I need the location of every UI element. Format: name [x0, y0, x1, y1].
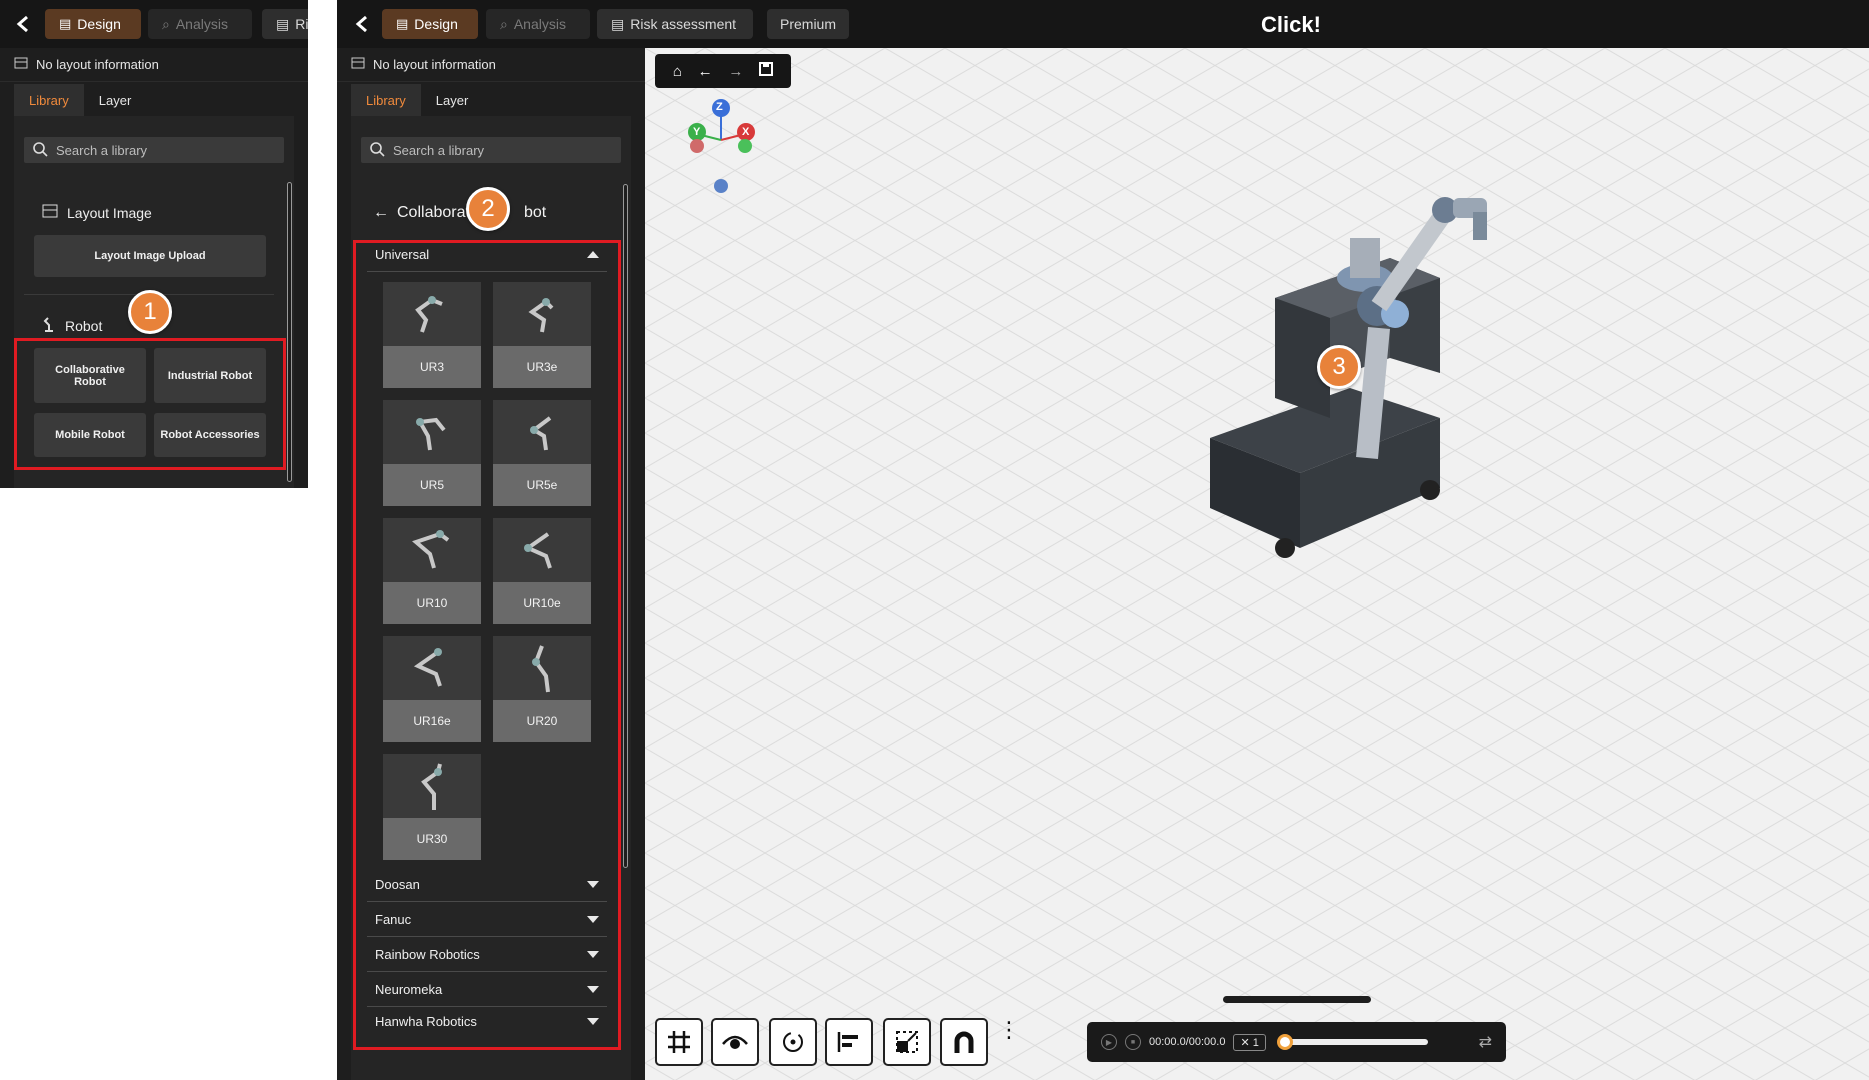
redo-icon[interactable]: → — [728, 63, 743, 80]
scale-tool-button[interactable] — [883, 1018, 931, 1066]
tab-analysis[interactable]: ⌕ Analysis — [148, 9, 252, 39]
view-tool-button[interactable] — [711, 1018, 759, 1066]
subtab-library[interactable]: Library — [14, 84, 84, 116]
category-title-part1: Collaborat — [397, 204, 470, 221]
scale-icon — [896, 1031, 918, 1053]
category-title-part2: bot — [523, 204, 547, 221]
subtab-layer[interactable]: Layer — [84, 84, 147, 116]
layout-image-upload-button[interactable]: Layout Image Upload — [34, 235, 266, 277]
step-badge-2: 2 — [466, 187, 510, 231]
sidebar-scrollbar[interactable] — [623, 184, 628, 868]
highlight-box-1 — [14, 338, 286, 470]
more-vertical-icon[interactable]: ⋮ — [998, 1019, 1020, 1041]
category-back-link[interactable]: ← Collaborat bot — [373, 204, 546, 222]
left-scrollbar[interactable] — [287, 182, 292, 482]
arrow-left-icon: ← — [373, 204, 389, 221]
left-subtabs: Library Layer — [14, 84, 146, 116]
magnet-icon — [954, 1031, 974, 1053]
view-toolbar: ⌂ ← → — [655, 54, 791, 88]
left-search-placeholder: Search a library — [56, 142, 148, 158]
search-input[interactable]: Search a library — [361, 137, 621, 163]
highlight-box-2 — [353, 240, 621, 1050]
align-left-icon — [837, 1032, 858, 1052]
home-icon[interactable]: ⌂ — [673, 63, 682, 80]
document-icon: ▤ — [611, 15, 625, 32]
step-badge-1: 1 — [128, 290, 172, 334]
layout-info-text: No layout information — [36, 57, 159, 72]
tab-risk-label: Risk assessment — [630, 16, 737, 32]
sidebar-subtabs: Library Layer — [351, 84, 483, 116]
eye-icon — [722, 1035, 748, 1049]
speed-selector[interactable]: ✕ 1 — [1233, 1033, 1266, 1051]
tab-design[interactable]: ▤ Design — [45, 9, 141, 39]
analysis-icon: ⌕ — [500, 15, 508, 32]
undo-icon[interactable]: ← — [698, 63, 713, 80]
layout-info-bar: No layout information — [0, 48, 308, 82]
left-search-input[interactable]: Search a library — [24, 137, 284, 163]
layout-image-title: Layout Image — [67, 204, 152, 221]
layout-icon — [14, 57, 28, 72]
design-icon: ▤ — [396, 16, 409, 31]
viewport-3d[interactable]: ⌂ ← → Z Y X 3 — [645, 48, 1869, 1080]
search-icon — [369, 141, 385, 160]
layout-image-heading: Layout Image — [42, 204, 152, 221]
robot-heading: Robot — [42, 316, 102, 335]
axis-gizmo[interactable] — [683, 94, 773, 194]
axis-y-label: Y — [693, 126, 701, 138]
timeline-thumb[interactable] — [1276, 1034, 1293, 1050]
tab-premium[interactable]: Premium — [767, 9, 849, 39]
axis-x-label: X — [742, 126, 750, 138]
left-topbar: ▤ Design ⌕ Analysis ▤ Ri — [0, 0, 308, 48]
tab-analysis-label: Analysis — [175, 16, 228, 32]
layout-icon — [351, 57, 365, 72]
robot-title: Robot — [65, 317, 103, 334]
rotate-icon — [783, 1032, 803, 1052]
tab-analysis[interactable]: ⌕ Analysis — [486, 9, 590, 39]
grid-icon — [668, 1031, 690, 1053]
subtab-layer[interactable]: Layer — [421, 84, 484, 116]
viewport-handle[interactable] — [1223, 996, 1371, 1003]
repeat-icon[interactable]: ⇄ — [1479, 1032, 1492, 1052]
tab-premium-label: Premium — [780, 16, 837, 32]
tab-risk[interactable]: ▤ Ri — [262, 9, 308, 39]
grid-tool-button[interactable] — [655, 1018, 703, 1066]
app-logo: Click! — [1261, 12, 1321, 37]
rotate-tool-button[interactable] — [769, 1018, 817, 1066]
document-icon: ▤ — [276, 15, 290, 32]
tab-risk-assessment[interactable]: ▤ Risk assessment — [597, 9, 753, 39]
subtab-library[interactable]: Library — [351, 84, 421, 116]
search-placeholder: Search a library — [393, 142, 485, 158]
stop-icon[interactable]: ■ — [1125, 1034, 1141, 1050]
main-topbar: ▤ Design ⌕ Analysis ▤ Risk assessment Pr… — [337, 0, 1869, 48]
tab-risk-label: Ri — [295, 16, 308, 32]
search-icon — [32, 141, 48, 160]
save-icon[interactable] — [759, 61, 774, 81]
layout-info-text: No layout information — [373, 57, 496, 72]
snap-tool-button[interactable] — [940, 1018, 988, 1066]
timeline-bar: ▶ ■ 00:00.0/00:00.0 ✕ 1 ⇄ — [1087, 1022, 1506, 1062]
robot-arm-upper — [1356, 197, 1487, 460]
timeline-time: 00:00.0/00:00.0 — [1149, 1036, 1226, 1048]
axis-z-label: Z — [716, 101, 723, 113]
layout-info-bar: No layout information — [337, 48, 645, 82]
back-icon[interactable] — [351, 12, 375, 36]
tab-design[interactable]: ▤ Design — [382, 9, 478, 39]
left-panel: ▤ Design ⌕ Analysis ▤ Ri No layout infor… — [0, 0, 308, 488]
robot-arm-icon — [42, 316, 56, 335]
tab-design-label: Design — [414, 16, 458, 32]
analysis-icon: ⌕ — [162, 15, 170, 32]
back-icon[interactable] — [12, 12, 36, 36]
image-icon — [42, 204, 58, 221]
tab-design-label: Design — [77, 16, 121, 32]
align-tool-button[interactable] — [825, 1018, 873, 1066]
play-icon[interactable]: ▶ — [1101, 1034, 1117, 1050]
design-icon: ▤ — [59, 16, 72, 31]
tab-analysis-label: Analysis — [513, 16, 566, 32]
timeline-slider[interactable] — [1276, 1034, 1428, 1050]
step-badge-3: 3 — [1317, 345, 1361, 389]
